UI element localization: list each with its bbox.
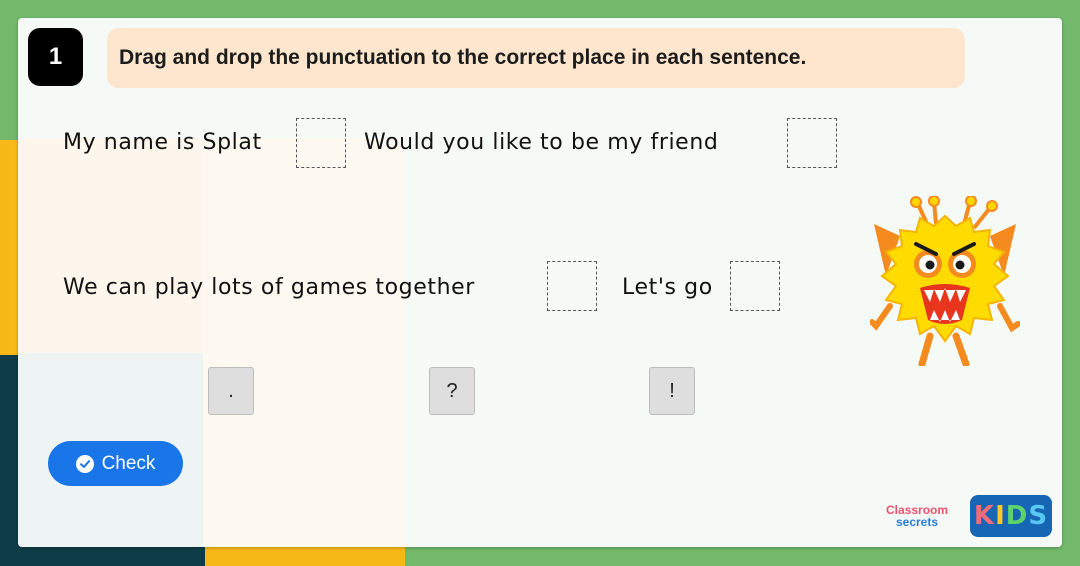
sentence-1-part-1: My name is Splat: [63, 130, 262, 155]
drop-zone-4[interactable]: [730, 261, 780, 311]
kids-logo: K I D S: [970, 495, 1052, 537]
activity-card: 1 Drag and drop the punctuation to the c…: [18, 18, 1062, 547]
punctuation-tile-exclamation-mark[interactable]: !: [649, 367, 695, 415]
sentence-2-part-1: We can play lots of games together: [63, 275, 475, 300]
monster-character-illustration: [870, 196, 1020, 366]
background-tint: [18, 138, 203, 353]
check-circle-icon: [75, 454, 94, 473]
drop-zone-2[interactable]: [787, 118, 837, 168]
punctuation-tile-full-stop[interactable]: .: [208, 367, 254, 415]
instruction-banner: Drag and drop the punctuation to the cor…: [107, 28, 965, 88]
sentence-1-part-2: Would you like to be my friend: [364, 130, 719, 155]
question-number: 1: [28, 28, 83, 86]
instruction-text: Drag and drop the punctuation to the cor…: [119, 46, 807, 69]
check-button-label: Check: [101, 452, 156, 474]
punctuation-tile-question-mark[interactable]: ?: [429, 367, 475, 415]
sentence-2-part-2: Let's go: [622, 275, 713, 300]
classroom-secrets-logo: Classroom secrets: [886, 503, 949, 529]
drop-zone-3[interactable]: [547, 261, 597, 311]
drop-zone-1[interactable]: [296, 118, 346, 168]
background-tint: [203, 138, 405, 547]
check-button[interactable]: Check: [48, 441, 183, 486]
